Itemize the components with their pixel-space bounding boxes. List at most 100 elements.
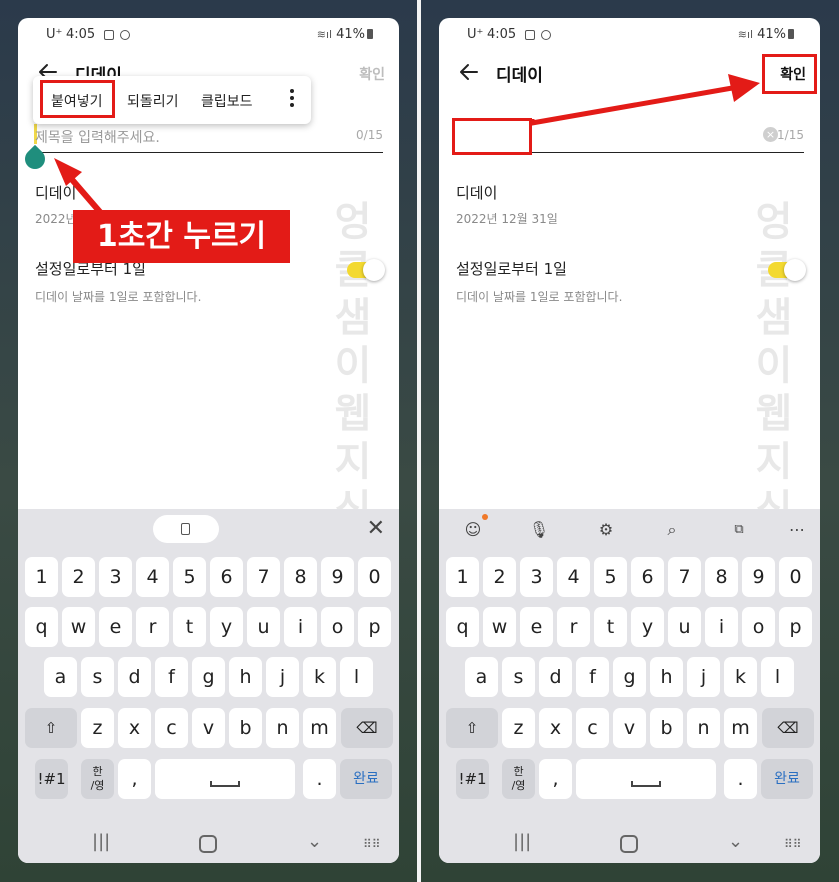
key-x[interactable]: x <box>118 708 151 748</box>
backspace-key[interactable]: ⌫ <box>341 708 393 748</box>
clipboard-button[interactable] <box>153 515 219 543</box>
search-icon[interactable]: ⌕ <box>661 519 683 541</box>
comma-key[interactable]: , <box>118 759 151 799</box>
key-e[interactable]: e <box>520 607 553 647</box>
key-o[interactable]: o <box>321 607 354 647</box>
key-5[interactable]: 5 <box>173 557 206 597</box>
key-d[interactable]: d <box>118 657 151 697</box>
key-b[interactable]: b <box>229 708 262 748</box>
key-x[interactable]: x <box>539 708 572 748</box>
key-3[interactable]: 3 <box>99 557 132 597</box>
key-z[interactable]: z <box>81 708 114 748</box>
key-7[interactable]: 7 <box>668 557 701 597</box>
key-n[interactable]: n <box>687 708 720 748</box>
clipboard-menu-item[interactable]: 클립보드 <box>201 91 253 111</box>
back-arrow-icon[interactable] <box>457 60 481 84</box>
key-r[interactable]: r <box>136 607 169 647</box>
key-t[interactable]: t <box>173 607 206 647</box>
key-m[interactable]: m <box>724 708 757 748</box>
key-2[interactable]: 2 <box>483 557 516 597</box>
key-h[interactable]: h <box>650 657 683 697</box>
key-n[interactable]: n <box>266 708 299 748</box>
key-e[interactable]: e <box>99 607 132 647</box>
shift-key[interactable]: ⇧ <box>25 708 77 748</box>
close-icon[interactable]: ✕ <box>367 517 385 541</box>
done-key[interactable]: 완료 <box>761 759 813 799</box>
key-4[interactable]: 4 <box>136 557 169 597</box>
key-9[interactable]: 9 <box>321 557 354 597</box>
key-v[interactable]: v <box>192 708 225 748</box>
key-i[interactable]: i <box>705 607 738 647</box>
keyboard-hide-icon[interactable]: ⠿⠿ <box>784 837 802 851</box>
include-first-day-toggle[interactable] <box>768 259 806 281</box>
title-input-placeholder[interactable]: 제목을 입력해주세요. <box>35 127 160 147</box>
key-r[interactable]: r <box>557 607 590 647</box>
key-f[interactable]: f <box>155 657 188 697</box>
back-nav-icon[interactable]: ⌄ <box>307 831 322 852</box>
key-j[interactable]: j <box>687 657 720 697</box>
key-1[interactable]: 1 <box>446 557 479 597</box>
key-2[interactable]: 2 <box>62 557 95 597</box>
key-m[interactable]: m <box>303 708 336 748</box>
key-0[interactable]: 0 <box>779 557 812 597</box>
home-icon[interactable] <box>199 835 217 853</box>
key-b[interactable]: b <box>650 708 683 748</box>
key-z[interactable]: z <box>502 708 535 748</box>
key-0[interactable]: 0 <box>358 557 391 597</box>
key-8[interactable]: 8 <box>705 557 738 597</box>
key-w[interactable]: w <box>62 607 95 647</box>
key-9[interactable]: 9 <box>742 557 775 597</box>
key-o[interactable]: o <box>742 607 775 647</box>
dday-date[interactable]: 2022년 12월 31일 <box>456 210 558 227</box>
include-first-day-toggle[interactable] <box>347 259 385 281</box>
emoji-icon[interactable]: ☺ <box>462 519 484 541</box>
key-i[interactable]: i <box>284 607 317 647</box>
key-6[interactable]: 6 <box>210 557 243 597</box>
key-q[interactable]: q <box>25 607 58 647</box>
key-k[interactable]: k <box>724 657 757 697</box>
period-key[interactable]: . <box>303 759 336 799</box>
key-v[interactable]: v <box>613 708 646 748</box>
key-d[interactable]: d <box>539 657 572 697</box>
key-p[interactable]: p <box>358 607 391 647</box>
key-c[interactable]: c <box>576 708 609 748</box>
key-l[interactable]: l <box>761 657 794 697</box>
period-key[interactable]: . <box>724 759 757 799</box>
key-j[interactable]: j <box>266 657 299 697</box>
home-icon[interactable] <box>620 835 638 853</box>
clear-input-icon[interactable]: × <box>763 127 778 142</box>
settings-icon[interactable]: ⚙ <box>595 519 617 541</box>
key-l[interactable]: l <box>340 657 373 697</box>
symbols-key[interactable]: !#1 <box>35 759 68 799</box>
more-options-icon[interactable] <box>290 89 294 110</box>
key-a[interactable]: a <box>44 657 77 697</box>
key-6[interactable]: 6 <box>631 557 664 597</box>
key-s[interactable]: s <box>81 657 114 697</box>
undo-menu-item[interactable]: 되돌리기 <box>127 91 179 111</box>
key-g[interactable]: g <box>192 657 225 697</box>
recent-apps-icon[interactable]: ||| <box>513 831 531 852</box>
key-t[interactable]: t <box>594 607 627 647</box>
key-s[interactable]: s <box>502 657 535 697</box>
key-q[interactable]: q <box>446 607 479 647</box>
key-1[interactable]: 1 <box>25 557 58 597</box>
key-p[interactable]: p <box>779 607 812 647</box>
key-7[interactable]: 7 <box>247 557 280 597</box>
key-3[interactable]: 3 <box>520 557 553 597</box>
key-w[interactable]: w <box>483 607 516 647</box>
more-icon[interactable]: ⋯ <box>786 519 808 541</box>
space-key[interactable] <box>155 759 295 799</box>
key-8[interactable]: 8 <box>284 557 317 597</box>
key-y[interactable]: y <box>631 607 664 647</box>
key-u[interactable]: u <box>668 607 701 647</box>
key-u[interactable]: u <box>247 607 280 647</box>
language-toggle-key[interactable]: 한/영 <box>81 759 114 799</box>
dday-date[interactable]: 2022년 <box>35 210 77 227</box>
selection-handle[interactable] <box>20 144 50 174</box>
translate-icon[interactable]: ⧉ <box>728 519 750 541</box>
recent-apps-icon[interactable]: ||| <box>92 831 110 852</box>
space-key[interactable] <box>576 759 716 799</box>
back-nav-icon[interactable]: ⌄ <box>728 831 743 852</box>
done-key[interactable]: 완료 <box>340 759 392 799</box>
key-h[interactable]: h <box>229 657 262 697</box>
